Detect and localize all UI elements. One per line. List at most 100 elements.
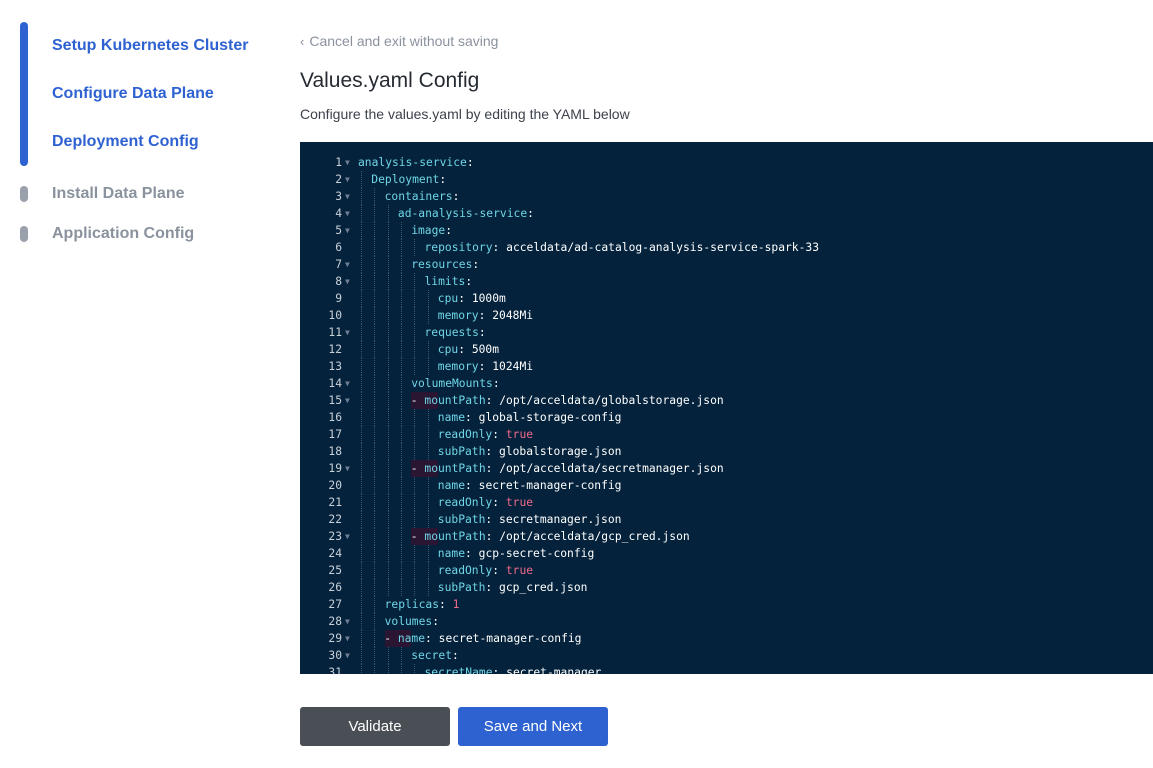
code-line[interactable]: 13 memory: 1024Mi (300, 358, 1153, 375)
code-text: image: (411, 222, 452, 239)
indent-guide (387, 647, 389, 664)
fold-arrow-icon[interactable]: ▼ (345, 188, 350, 205)
indent-guide (427, 409, 429, 426)
indent-guide (361, 443, 362, 460)
code-line[interactable]: 20 name: secret-manager-config (300, 477, 1153, 494)
code-line[interactable]: 5 ▼ image: (300, 222, 1153, 239)
fold-arrow-icon[interactable]: ▼ (345, 324, 350, 341)
yaml-colon: : (439, 598, 446, 611)
code-text: - mountPath: /opt/acceldata/secretmanage… (397, 460, 724, 477)
fold-arrow-icon[interactable]: ▼ (345, 630, 350, 647)
code-line[interactable]: 14 ▼ volumeMounts: (300, 375, 1153, 392)
code-line[interactable]: 10 memory: 2048Mi (300, 307, 1153, 324)
code-line[interactable]: 17 readOnly: true (300, 426, 1153, 443)
code-line[interactable]: 1 ▼ analysis-service: (300, 154, 1153, 171)
validate-button[interactable]: Validate (300, 707, 450, 746)
indent-guide (361, 188, 362, 205)
code-line[interactable]: 31 secretName: secret-manager (300, 664, 1153, 674)
yaml-editor[interactable]: 1 ▼ analysis-service: 2 ▼ Deployment: 3 ▼ contai… (300, 142, 1153, 674)
cancel-exit-link[interactable]: ‹ Cancel and exit without saving (300, 33, 498, 49)
step-install-data-plane[interactable]: Install Data Plane (52, 185, 185, 203)
code-line[interactable]: 21 readOnly: true (300, 494, 1153, 511)
fold-arrow-icon[interactable]: ▼ (345, 460, 350, 477)
indent-guide (400, 443, 402, 460)
indent-guide (361, 222, 362, 239)
fold-arrow-icon[interactable]: ▼ (345, 647, 350, 664)
code-line[interactable]: 19 ▼ - mountPath: /opt/acceldata/secretma… (300, 460, 1153, 477)
code-text: replicas: 1 (385, 596, 460, 613)
fold-arrow-icon[interactable]: ▼ (345, 205, 350, 222)
fold-arrow-icon[interactable]: ▼ (345, 613, 350, 630)
code-line[interactable]: 8 ▼ limits: (300, 273, 1153, 290)
step-dot-application-config (20, 226, 28, 242)
line-number: 23 (328, 530, 342, 543)
indent-guide (414, 426, 416, 443)
indent-guide (361, 307, 362, 324)
indent-guide (361, 409, 362, 426)
code-line[interactable]: 27 replicas: 1 (300, 596, 1153, 613)
yaml-key: ad-analysis-service (397, 207, 528, 220)
fold-arrow-icon[interactable]: ▼ (345, 528, 350, 545)
fold-arrow-icon[interactable]: ▼ (345, 256, 350, 273)
code-line[interactable]: 16 name: global-storage-config (300, 409, 1153, 426)
code-line[interactable]: 22 subPath: secretmanager.json (300, 511, 1153, 528)
yaml-value: /opt/acceldata/secretmanager.json (499, 462, 724, 475)
code-line[interactable]: 15 ▼ - mountPath: /opt/acceldata/globalst… (300, 392, 1153, 409)
step-configure-data-plane[interactable]: Configure Data Plane (52, 85, 214, 103)
fold-arrow-icon[interactable]: ▼ (345, 273, 350, 290)
indent-guide (387, 528, 389, 545)
code-text: volumes: (385, 613, 439, 630)
indent-guide (400, 477, 402, 494)
indent-guide (387, 375, 389, 392)
yaml-key: volumeMounts (411, 377, 493, 390)
code-line[interactable]: 7 ▼ resources: (300, 256, 1153, 273)
yaml-value: 1000m (471, 292, 506, 305)
code-line[interactable]: 4 ▼ ad-analysis-service: (300, 205, 1153, 222)
code-line[interactable]: 29 ▼ - name: secret-manager-config (300, 630, 1153, 647)
code-line[interactable]: 6 repository: acceldata/ad-catalog-analys… (300, 239, 1153, 256)
code-line[interactable]: 11 ▼ requests: (300, 324, 1153, 341)
page-title: Values.yaml Config (300, 69, 480, 92)
fold-arrow-icon[interactable]: ▼ (345, 392, 350, 409)
yaml-colon: : (478, 326, 486, 339)
indent-guide (414, 562, 416, 579)
indent-guide (387, 307, 389, 324)
indent-guide (414, 290, 416, 307)
code-line[interactable]: 28 ▼ volumes: (300, 613, 1153, 630)
code-line[interactable]: 3 ▼ containers: (300, 188, 1153, 205)
indent-guide (414, 511, 416, 528)
fold-arrow-icon[interactable]: ▼ (345, 171, 350, 188)
code-text: - mountPath: /opt/acceldata/globalstorag… (397, 392, 724, 409)
indent-guide (361, 647, 362, 664)
code-line[interactable]: 9 cpu: 1000m (300, 290, 1153, 307)
line-number: 4 (335, 207, 342, 220)
code-line[interactable]: 30 ▼ secret: (300, 647, 1153, 664)
save-and-next-button[interactable]: Save and Next (458, 707, 608, 746)
step-setup-kubernetes-cluster[interactable]: Setup Kubernetes Cluster (52, 37, 248, 55)
yaml-key: secret (411, 649, 452, 662)
code-line[interactable]: 26 subPath: gcp_cred.json (300, 579, 1153, 596)
indent-guide (361, 545, 362, 562)
code-line[interactable]: 12 cpu: 500m (300, 341, 1153, 358)
code-text: requests: (425, 324, 486, 341)
fold-arrow-icon[interactable]: ▼ (345, 222, 350, 239)
fold-arrow-icon[interactable]: ▼ (345, 375, 350, 392)
indent-guide (387, 460, 389, 477)
line-number: 25 (328, 564, 342, 577)
code-line[interactable]: 18 subPath: globalstorage.json (300, 443, 1153, 460)
step-application-config[interactable]: Application Config (52, 225, 194, 243)
code-line[interactable]: 2 ▼ Deployment: (300, 171, 1153, 188)
indent-guide (387, 358, 389, 375)
code-line[interactable]: 25 readOnly: true (300, 562, 1153, 579)
fold-arrow-icon[interactable]: ▼ (345, 154, 350, 171)
indent-guide (387, 273, 389, 290)
code-line[interactable]: 24 name: gcp-secret-config (300, 545, 1153, 562)
yaml-key: mountPath (424, 462, 486, 475)
step-deployment-config[interactable]: Deployment Config (52, 133, 199, 151)
line-number: 30 (328, 649, 342, 662)
yaml-value: secret-manager (506, 666, 602, 674)
indent-guide (427, 511, 429, 528)
yaml-key: subPath (437, 513, 486, 526)
indent-guide (414, 443, 416, 460)
code-line[interactable]: 23 ▼ - mountPath: /opt/acceldata/gcp_cred… (300, 528, 1153, 545)
